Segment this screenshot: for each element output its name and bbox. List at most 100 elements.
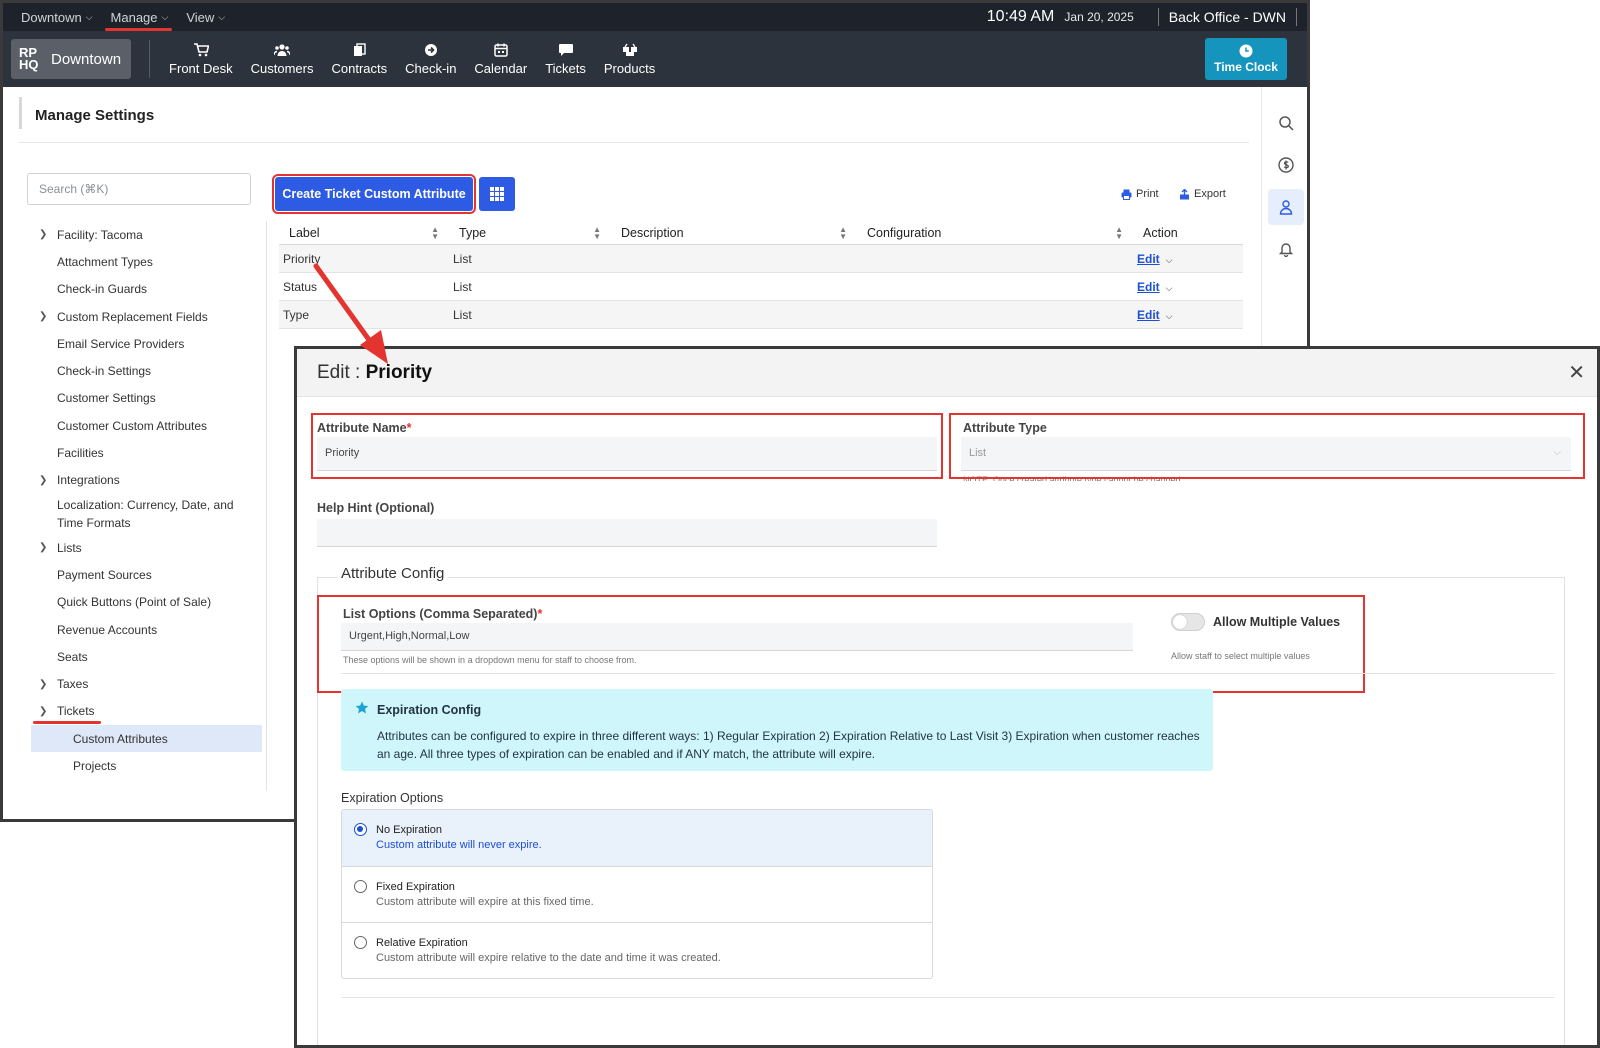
office-selector[interactable]: Back Office - DWN xyxy=(1169,9,1286,25)
nav-customers[interactable]: Customers xyxy=(250,43,314,76)
menu-label: View xyxy=(186,9,215,25)
column-header-description[interactable]: Description ▲ ▼ xyxy=(611,221,857,244)
column-chooser-button[interactable] xyxy=(479,177,515,211)
cart-icon xyxy=(193,42,209,56)
brand-button[interactable]: RP HQ Downtown xyxy=(11,39,132,79)
sidebar-item-check-in-settings[interactable]: Check-in Settings xyxy=(27,357,266,384)
clock-icon xyxy=(1239,44,1253,58)
current-time: 10:49 AM xyxy=(986,8,1055,25)
sidebar-item-localization[interactable]: Localization: Currency, Date, and Time F… xyxy=(27,494,266,534)
chevron-down-icon: ❯ xyxy=(39,705,48,717)
chevron-down-icon: ⌵ xyxy=(161,11,169,22)
chat-icon xyxy=(558,43,573,56)
menu-view[interactable]: View ⌵ xyxy=(186,10,225,25)
menu-downtown[interactable]: Downtown ⌵ xyxy=(21,10,93,25)
close-icon[interactable]: ✕ xyxy=(1568,360,1585,385)
highlight-box xyxy=(949,413,1585,479)
edit-link[interactable]: Edit xyxy=(1137,308,1160,322)
expiration-option-fixed[interactable]: Fixed Expiration Custom attribute will e… xyxy=(342,867,932,924)
divider xyxy=(1296,8,1297,26)
column-header-configuration[interactable]: Configuration ▲ ▼ xyxy=(857,221,1133,244)
sidebar-item-custom-attributes[interactable]: Custom Attributes xyxy=(31,725,262,753)
sidebar-item-payment-sources[interactable]: Payment Sources xyxy=(27,561,266,588)
menu-manage[interactable]: Manage ⌵ xyxy=(104,9,173,31)
sidebar-item-facilities[interactable]: Facilities xyxy=(27,439,266,466)
column-header-type[interactable]: Type ▲ ▼ xyxy=(449,221,611,244)
sidebar-item-quick-buttons[interactable]: Quick Buttons (Point of Sale) xyxy=(27,589,266,616)
sidebar-item-label: Custom Replacement Fields xyxy=(57,309,208,324)
settings-search-input[interactable]: Search (⌘K) xyxy=(27,173,251,205)
sidebar-item-customer-settings[interactable]: Customer Settings xyxy=(27,385,266,412)
sidebar-item-label: Quick Buttons (Point of Sale) xyxy=(57,595,212,610)
chevron-down-icon[interactable]: ⌵ xyxy=(1166,283,1173,293)
sidebar-item-tickets[interactable]: ❯ Tickets xyxy=(27,698,266,725)
nav-check-in[interactable]: Check-in xyxy=(405,43,456,76)
star-icon xyxy=(355,701,369,714)
sidebar-item-taxes[interactable]: ❯ Taxes xyxy=(27,670,266,697)
column-header-label[interactable]: Label ▲ ▼ xyxy=(279,221,449,244)
page-title: Manage Settings xyxy=(35,107,155,124)
brand-name: Downtown xyxy=(51,50,122,68)
nav-calendar[interactable]: Calendar xyxy=(474,43,527,76)
user-icon xyxy=(1279,200,1293,215)
sidebar-item-label: Integrations xyxy=(57,473,120,488)
help-hint-input[interactable] xyxy=(317,519,937,547)
custom-attributes-table: Label ▲ ▼ Type ▲ ▼ Description ▲ ▼ Configurati… xyxy=(279,221,1243,329)
cell-type: List xyxy=(453,251,472,266)
rail-notifications-button[interactable] xyxy=(1268,231,1304,267)
sidebar-item-email-service-providers[interactable]: Email Service Providers xyxy=(27,330,266,357)
nav-label: Customers xyxy=(250,60,314,76)
nav-products[interactable]: Products xyxy=(604,43,655,76)
sidebar-item-attachment-types[interactable]: Attachment Types xyxy=(27,248,266,275)
print-link[interactable]: Print xyxy=(1121,188,1159,200)
boxes-icon xyxy=(622,43,637,56)
expiration-option-relative[interactable]: Relative Expiration Custom attribute wil… xyxy=(342,923,932,978)
edit-link[interactable]: Edit xyxy=(1137,252,1160,266)
create-ticket-custom-attribute-button[interactable]: Create Ticket Custom Attribute xyxy=(272,174,476,214)
option-description: Custom attribute will expire at this fix… xyxy=(376,895,594,908)
sidebar-item-label: Attachment Types xyxy=(57,254,153,269)
sidebar-item-lists[interactable]: ❯ Lists xyxy=(27,534,266,561)
rail-search-button[interactable] xyxy=(1268,105,1304,141)
export-link[interactable]: Export xyxy=(1179,188,1226,200)
column-title: Label xyxy=(289,225,320,240)
radio-button[interactable] xyxy=(354,823,367,836)
sort-icon: ▲ ▼ xyxy=(839,224,847,241)
radio-button[interactable] xyxy=(354,936,367,950)
sidebar-item-label: Taxes xyxy=(57,677,89,692)
nav-contracts[interactable]: Contracts xyxy=(331,42,387,76)
help-hint-label: Help Hint (Optional) xyxy=(317,501,435,515)
sidebar-item-facility-tacoma[interactable]: ❯ Facility: Tacoma xyxy=(27,221,266,248)
chevron-down-icon[interactable]: ⌵ xyxy=(1166,311,1173,321)
nav-front-desk[interactable]: Front Desk xyxy=(169,42,233,76)
table-header: Label ▲ ▼ Type ▲ ▼ Description ▲ ▼ Configurati… xyxy=(279,221,1243,245)
sidebar-item-integrations[interactable]: ❯ Integrations xyxy=(27,467,266,494)
column-title: Action xyxy=(1143,225,1178,240)
sidebar-item-revenue-accounts[interactable]: Revenue Accounts xyxy=(27,616,266,643)
divider xyxy=(341,997,1555,998)
chevron-down-icon: ⌵ xyxy=(85,11,93,22)
chevron-down-icon[interactable]: ⌵ xyxy=(1166,255,1173,265)
chevron-right-icon: ❯ xyxy=(39,678,48,690)
chevron-right-icon: ❯ xyxy=(39,311,48,323)
main-nav: RP HQ Downtown Front Desk Customers Contr… xyxy=(3,31,1307,87)
sidebar-item-custom-replacement-fields[interactable]: ❯ Custom Replacement Fields xyxy=(27,303,266,330)
edit-link[interactable]: Edit xyxy=(1137,280,1160,294)
cell-action: Edit ⌵ xyxy=(1133,252,1243,266)
time-clock-button[interactable]: Time Clock xyxy=(1205,38,1287,80)
rail-payments-button[interactable] xyxy=(1268,147,1304,183)
modal-title-prefix: Edit : xyxy=(317,362,361,383)
sidebar-item-check-in-guards[interactable]: Check-in Guards xyxy=(27,276,266,303)
sidebar-item-customer-custom-attributes[interactable]: Customer Custom Attributes xyxy=(27,412,266,439)
menu-label: Manage xyxy=(110,9,158,25)
option-description: Custom attribute will expire relative to… xyxy=(376,952,721,965)
sidebar-item-seats[interactable]: Seats xyxy=(27,643,266,670)
sidebar-item-label: Revenue Accounts xyxy=(57,622,158,637)
divider xyxy=(149,40,151,78)
nav-tickets[interactable]: Tickets xyxy=(545,43,586,76)
sidebar-item-projects[interactable]: Projects xyxy=(27,752,266,779)
expiration-option-none[interactable]: No Expiration Custom attribute will neve… xyxy=(342,810,932,867)
radio-button[interactable] xyxy=(354,879,367,893)
chevron-right-icon: ❯ xyxy=(39,542,48,554)
rail-profile-button[interactable] xyxy=(1268,189,1304,225)
